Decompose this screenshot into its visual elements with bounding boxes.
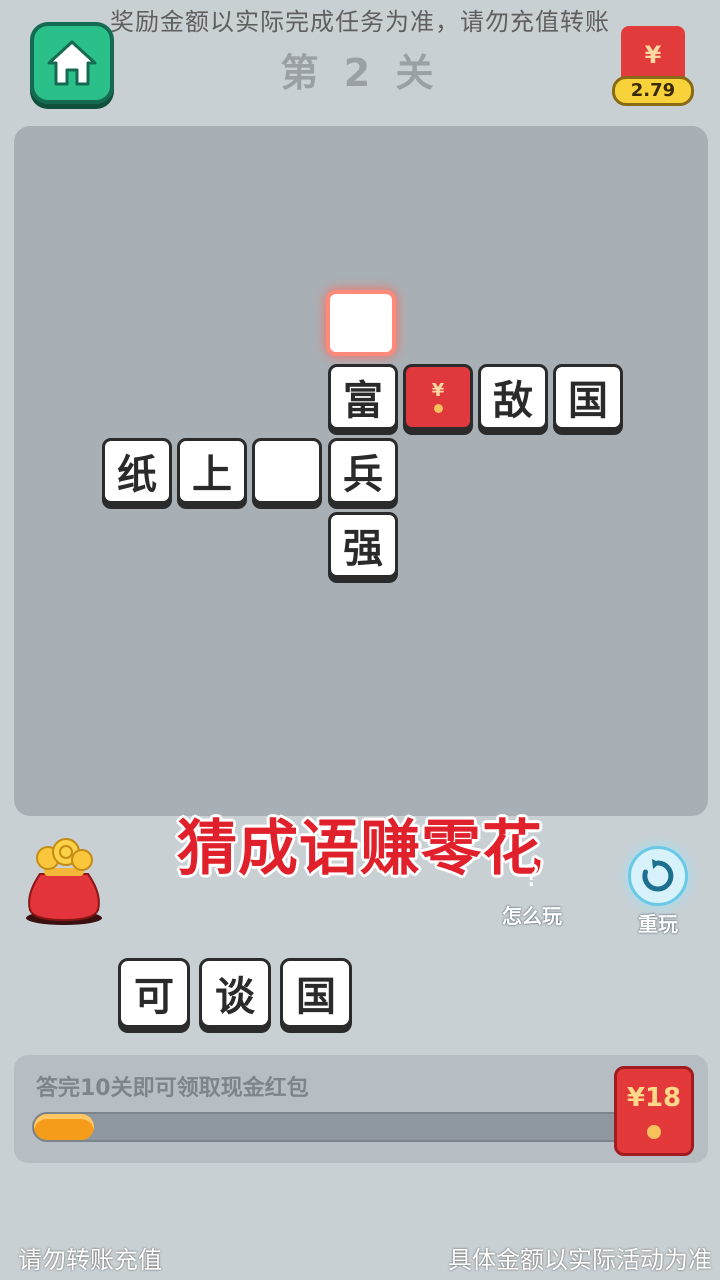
slogan-banner: 猜成语赚零花 bbox=[177, 814, 543, 884]
question-icon: ? bbox=[524, 859, 540, 894]
currency-symbol: ¥ bbox=[644, 41, 662, 69]
red-envelope-icon: ¥ bbox=[431, 379, 445, 413]
currency-symbol: ¥ bbox=[431, 379, 445, 401]
progress-bar-fill bbox=[34, 1114, 94, 1140]
replay-icon bbox=[628, 846, 688, 906]
empty-cell-selected[interactable] bbox=[326, 290, 396, 356]
footer-disclaimer: 具体金额以实际活动为准 bbox=[448, 1246, 712, 1274]
choice-tile[interactable]: 可 bbox=[118, 958, 190, 1028]
tile-qiang: 强 bbox=[328, 512, 398, 578]
how-to-play-button[interactable]: ? 怎么玩 bbox=[492, 862, 572, 929]
progress-label: 答完10关即可领取现金红包 bbox=[36, 1076, 309, 1101]
choice-tile[interactable]: 国 bbox=[280, 958, 352, 1028]
tile-shang: 上 bbox=[177, 438, 247, 504]
puzzle-board: 富 ¥ 敌 国 纸 上 兵 强 bbox=[14, 126, 708, 816]
empty-cell[interactable] bbox=[252, 438, 322, 504]
wallet-button[interactable]: ¥ 2.79 bbox=[612, 26, 696, 108]
replay-label: 重玩 bbox=[638, 912, 678, 936]
tile-fu: 富 bbox=[328, 364, 398, 430]
balance-amount: 2.79 bbox=[612, 76, 694, 106]
tile-bing: 兵 bbox=[328, 438, 398, 504]
cash-reward-button[interactable]: ¥18 bbox=[614, 1066, 694, 1156]
how-to-play-label: 怎么玩 bbox=[502, 904, 562, 928]
reward-amount: ¥18 bbox=[626, 1083, 682, 1113]
replay-button[interactable]: 重玩 bbox=[620, 846, 696, 937]
coin-dot bbox=[433, 403, 443, 413]
lucky-bag-button[interactable] bbox=[22, 834, 106, 926]
progress-bar bbox=[32, 1112, 632, 1142]
coin-icon bbox=[647, 1125, 661, 1139]
tile-zhi: 纸 bbox=[102, 438, 172, 504]
footer-warning: 请勿转账充值 bbox=[18, 1246, 162, 1274]
red-envelope-tile[interactable]: ¥ bbox=[403, 364, 473, 430]
tile-guo: 国 bbox=[553, 364, 623, 430]
choice-tile[interactable]: 谈 bbox=[199, 958, 271, 1028]
money-bag-icon bbox=[26, 838, 102, 925]
tile-di: 敌 bbox=[478, 364, 548, 430]
